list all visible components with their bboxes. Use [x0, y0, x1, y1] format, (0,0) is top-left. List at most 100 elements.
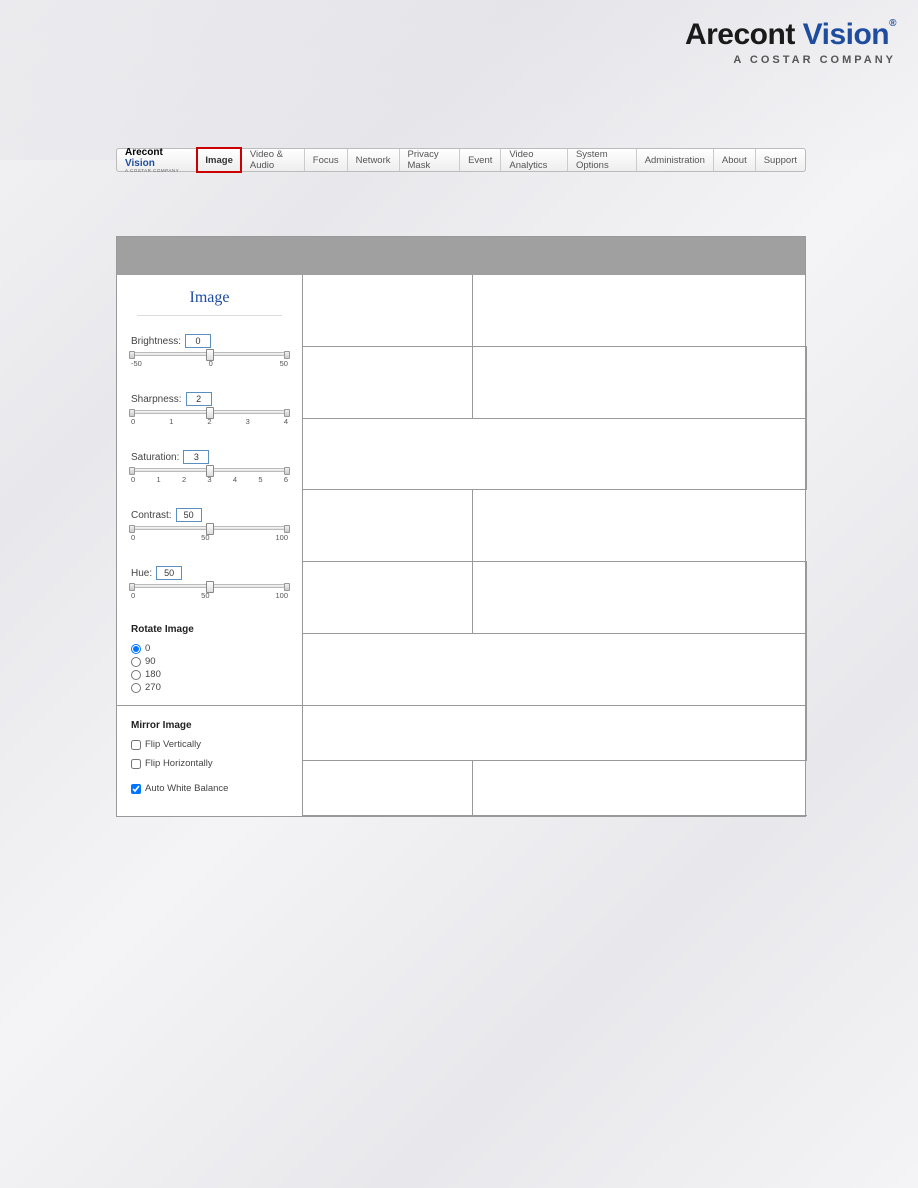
table-cell — [473, 634, 807, 706]
table-cell — [303, 634, 473, 706]
table-cell — [473, 562, 807, 634]
tick: 0 — [131, 417, 135, 426]
panel-body: Image Brightness: -50 0 50 — [117, 275, 805, 816]
tick: 3 — [246, 417, 250, 426]
brand-reg: ® — [889, 18, 896, 29]
table-cell — [473, 490, 807, 562]
nav-logo: Arecont Vision A COSTAR COMPANY — [117, 149, 197, 171]
rotate-180-row[interactable]: 180 — [131, 669, 288, 680]
tab-support[interactable]: Support — [756, 149, 805, 171]
tick: 6 — [284, 475, 288, 484]
navbar: Arecont Vision A COSTAR COMPANY Image Vi… — [116, 148, 806, 172]
saturation-block: Saturation: 0 1 2 3 4 5 6 — [131, 450, 288, 484]
brand-name-2: Vision — [803, 18, 889, 51]
tab-focus[interactable]: Focus — [305, 149, 348, 171]
flip-vertical-row[interactable]: Flip Vertically — [131, 739, 288, 750]
tick: 4 — [233, 475, 237, 484]
flip-horizontal-row[interactable]: Flip Horizontally — [131, 758, 288, 769]
rotate-title: Rotate Image — [131, 624, 288, 635]
rotate-0-row[interactable]: 0 — [131, 643, 288, 654]
hue-slider[interactable] — [131, 584, 288, 588]
brand-name-1: Arecont — [685, 18, 803, 51]
tick: 0 — [131, 475, 135, 484]
sharpness-label: Sharpness: — [131, 394, 182, 405]
hue-label: Hue: — [131, 568, 152, 579]
rotate-180-radio[interactable] — [131, 670, 141, 680]
table-cell — [473, 706, 807, 761]
table-cell — [473, 761, 807, 816]
brand-header: Arecont Vision® A COSTAR COMPANY — [685, 18, 896, 66]
tab-about[interactable]: About — [714, 149, 756, 171]
contrast-input[interactable] — [176, 508, 202, 522]
flip-vertical-checkbox[interactable] — [131, 740, 141, 750]
rotate-90-row[interactable]: 90 — [131, 656, 288, 667]
content-panel: Image Brightness: -50 0 50 — [116, 236, 806, 817]
flip-horizontal-label: Flip Horizontally — [145, 758, 213, 769]
flip-vertical-label: Flip Vertically — [145, 739, 201, 750]
table-cell — [473, 275, 807, 347]
auto-white-balance-checkbox[interactable] — [131, 784, 141, 794]
saturation-input[interactable] — [183, 450, 209, 464]
tab-administration[interactable]: Administration — [637, 149, 714, 171]
saturation-label: Saturation: — [131, 452, 179, 463]
nav-items: Image Video & Audio Focus Network Privac… — [197, 149, 805, 171]
tick: 4 — [284, 417, 288, 426]
rotate-180-label: 180 — [145, 669, 161, 680]
auto-white-balance-row[interactable]: Auto White Balance — [131, 783, 288, 794]
table-cell — [303, 761, 473, 816]
contrast-slider[interactable] — [131, 526, 288, 530]
brightness-input[interactable] — [185, 334, 211, 348]
tick: 0 — [131, 533, 135, 542]
table-cell — [303, 347, 473, 419]
contrast-label: Contrast: — [131, 510, 172, 521]
rotate-270-row[interactable]: 270 — [131, 682, 288, 693]
table-cell — [303, 275, 473, 347]
sharpness-slider[interactable] — [131, 410, 288, 414]
nav-logo-tagline: A COSTAR COMPANY — [125, 168, 189, 173]
saturation-slider[interactable] — [131, 468, 288, 472]
rotate-90-label: 90 — [145, 656, 156, 667]
rotate-270-radio[interactable] — [131, 683, 141, 693]
hue-input[interactable] — [156, 566, 182, 580]
flip-horizontal-checkbox[interactable] — [131, 759, 141, 769]
auto-white-balance-label: Auto White Balance — [145, 783, 228, 794]
sharpness-block: Sharpness: 0 1 2 3 4 — [131, 392, 288, 426]
rotate-90-radio[interactable] — [131, 657, 141, 667]
rotate-block: Rotate Image 0 90 180 270 — [131, 624, 288, 693]
image-settings-column: Image Brightness: -50 0 50 — [117, 275, 303, 706]
contrast-block: Contrast: 0 50 100 — [131, 508, 288, 542]
panel-header — [117, 237, 805, 275]
tick: 1 — [169, 417, 173, 426]
tab-video-audio[interactable]: Video & Audio — [242, 149, 305, 171]
tab-image[interactable]: Image — [197, 149, 241, 171]
tick: 100 — [275, 533, 288, 542]
tick: 100 — [275, 591, 288, 600]
tab-video-analytics[interactable]: Video Analytics — [501, 149, 568, 171]
mirror-block: Mirror Image Flip Vertically Flip Horizo… — [117, 706, 303, 816]
mirror-title: Mirror Image — [131, 720, 288, 731]
tick: 50 — [280, 359, 288, 368]
table-cell — [473, 347, 807, 419]
tab-privacy-mask[interactable]: Privacy Mask — [400, 149, 461, 171]
rotate-0-label: 0 — [145, 643, 150, 654]
table-cell — [303, 706, 473, 761]
sharpness-input[interactable] — [186, 392, 212, 406]
tab-event[interactable]: Event — [460, 149, 501, 171]
brightness-label: Brightness: — [131, 336, 181, 347]
tab-image-label: Image — [205, 155, 232, 166]
table-cell — [303, 419, 473, 491]
brand-tagline: A COSTAR COMPANY — [685, 54, 896, 66]
hue-block: Hue: 0 50 100 — [131, 566, 288, 600]
brightness-block: Brightness: -50 0 50 — [131, 334, 288, 368]
table-cell — [303, 562, 473, 634]
brightness-slider[interactable] — [131, 352, 288, 356]
tick: 2 — [182, 475, 186, 484]
tick: 1 — [156, 475, 160, 484]
tab-system-options[interactable]: System Options — [568, 149, 637, 171]
tab-network[interactable]: Network — [348, 149, 400, 171]
rotate-0-radio[interactable] — [131, 644, 141, 654]
nav-logo-text-1: Arecont — [125, 147, 163, 158]
table-cell — [473, 419, 807, 491]
table-cell — [303, 490, 473, 562]
tick: -50 — [131, 359, 142, 368]
